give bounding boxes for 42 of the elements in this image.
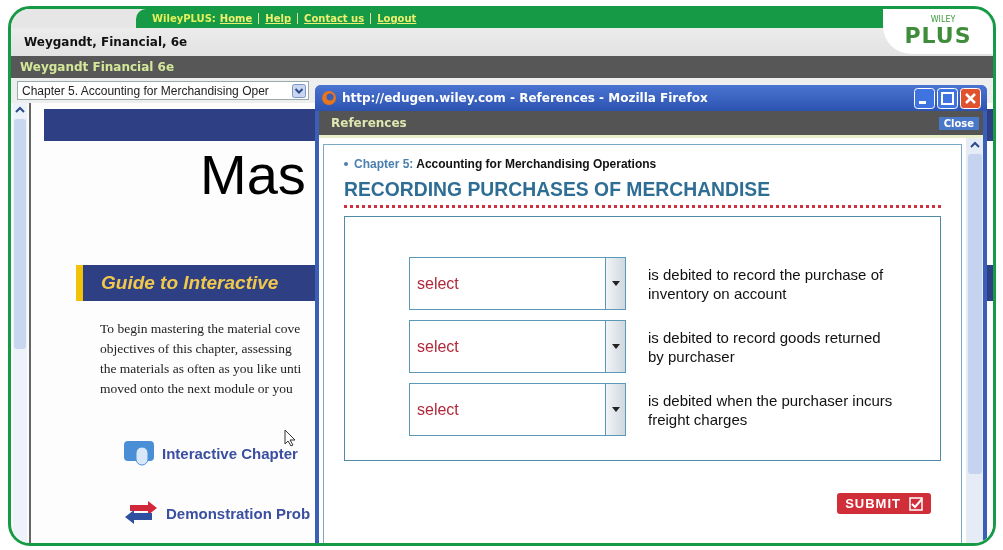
chapter-heading: Chapter 5: Accounting for Merchandising Operations xyxy=(354,157,657,171)
answer-dropdown[interactable]: select xyxy=(409,320,626,373)
paragraph-line: moved onto the next module or you xyxy=(100,380,293,398)
close-button[interactable]: Close xyxy=(938,116,979,130)
guide-title: Guide to Interactive xyxy=(101,272,279,294)
caret-icon xyxy=(611,281,620,286)
chevron-icon xyxy=(292,83,306,98)
checkbox-icon xyxy=(909,496,923,511)
portal-label: WileyPLUS: xyxy=(152,13,216,24)
course-bar-title: Weygandt Financial 6e xyxy=(20,60,175,74)
caret-icon xyxy=(611,344,620,349)
scroll-up-icon xyxy=(15,106,25,114)
window-title: http://edugen.wiley.com - References - Mozilla Firefox xyxy=(342,91,709,105)
logo-text: PLUS xyxy=(904,24,972,48)
answer-dropdown[interactable]: select xyxy=(409,257,626,310)
paragraph-line: the materials as often as you like unti xyxy=(100,360,302,378)
logo-small-text: WILEY xyxy=(930,15,956,24)
close-icon[interactable] xyxy=(960,87,981,109)
question-text: is debited to record goods returned by purchaser xyxy=(648,327,882,366)
scroll-up-icon xyxy=(969,141,980,149)
section-heading: RECORDING PURCHASES OF MERCHANDISE xyxy=(344,177,772,201)
question-text: is debited to record the purchase of inventory on account xyxy=(648,264,885,303)
paragraph-line: objectives of this chapter, assessing xyxy=(100,340,292,358)
browser-icon xyxy=(321,90,337,106)
paragraph-line: To begin mastering the material cove xyxy=(100,320,301,338)
page-title: Mas xyxy=(200,147,306,203)
references-title: References xyxy=(331,116,407,130)
maximize-icon[interactable] xyxy=(937,87,958,109)
minimize-icon[interactable] xyxy=(914,87,935,109)
page-link[interactable]: Interactive Chapter xyxy=(162,444,298,462)
caret-icon xyxy=(611,407,620,412)
arrows-icon xyxy=(124,501,158,525)
question-text: is debited when the purchaser incurs freight charges xyxy=(648,390,894,429)
mouse-icon xyxy=(124,439,154,467)
submit-button[interactable]: SUBMIT xyxy=(837,493,931,514)
scrollbar[interactable] xyxy=(966,138,983,543)
cursor-icon xyxy=(284,429,296,447)
scrollbar[interactable] xyxy=(13,103,27,543)
bullet-icon xyxy=(344,162,348,166)
answer-dropdown[interactable]: select xyxy=(409,383,626,436)
chapter-dropdown[interactable]: Chapter 5. Accounting for Merchandising Oper xyxy=(17,81,309,100)
page-link[interactable]: Demonstration Prob xyxy=(166,504,311,522)
